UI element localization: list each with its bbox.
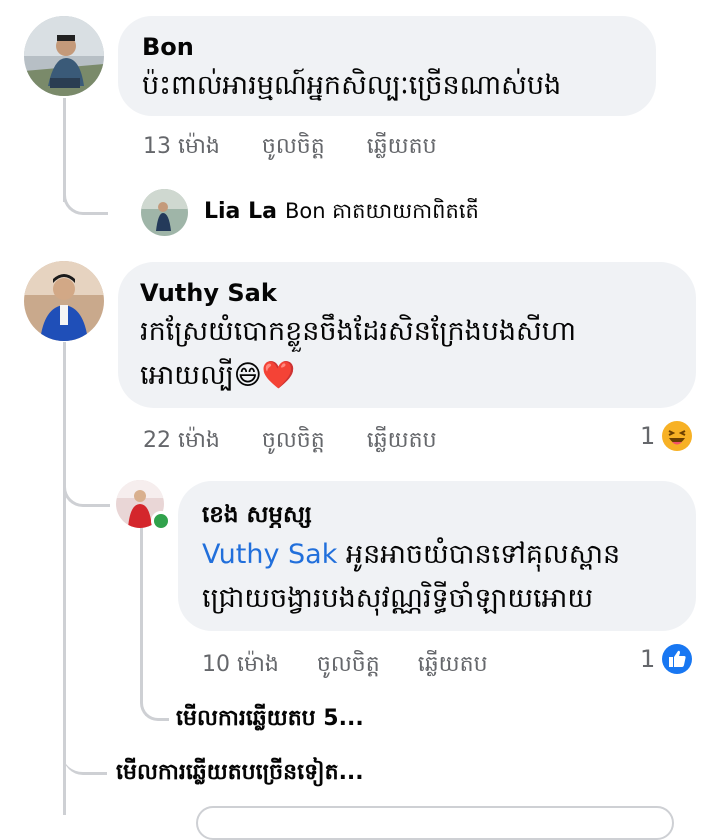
like-button[interactable]: ចូលចិត្ត: [262, 426, 325, 458]
avatar-bon[interactable]: [24, 16, 104, 96]
reply-button[interactable]: ឆ្លើយតប: [418, 650, 488, 682]
reply-button[interactable]: ឆ្លើយតប: [367, 132, 437, 164]
view-more-replies-link[interactable]: មើលការឆ្លើយតបច្រើនទៀត...: [116, 758, 364, 790]
emoji-grin-heart: 😄❤️: [233, 360, 296, 391]
thread-curve-2: [63, 470, 110, 507]
like-thumb-icon: [661, 643, 693, 675]
online-status-dot: [151, 511, 171, 531]
mention-link[interactable]: Vuthy Sak: [202, 539, 337, 570]
comment-text-line-1: Vuthy Sak អូនអាចយំបានទៅគុលស្ពាន: [202, 539, 621, 570]
comment-time[interactable]: 13 ម៉ោង: [143, 132, 220, 164]
thread-line-nested: [140, 528, 143, 698]
laughing-emoji-icon: [661, 420, 693, 452]
comment-text: ប៉ះពាល់អារម្មណ៍អ្នកសិល្បៈច្រើនណាស់បង: [142, 70, 562, 101]
comment-text-line-2: អោយល្បី😄❤️: [140, 360, 296, 391]
reaction-count: 1: [640, 422, 656, 450]
reply-button[interactable]: ឆ្លើយតប: [367, 426, 437, 458]
comment-author[interactable]: Vuthy Sak: [140, 279, 277, 307]
reaction-summary-kheng[interactable]: 1: [640, 643, 693, 675]
thread-curve-3: [63, 740, 107, 775]
comment-author[interactable]: Bon: [142, 33, 194, 61]
comment-input-partial[interactable]: [196, 806, 674, 840]
comment-bubble-bon[interactable]: Bon ប៉ះពាល់អារម្មណ៍អ្នកសិល្បៈច្រើនណាស់បង: [118, 16, 656, 116]
thread-curve-1: [63, 178, 108, 215]
comment-actions-kheng: 10 ម៉ោង ចូលចិត្ត ឆ្លើយតប: [202, 650, 488, 682]
reply-snippet: Bon គាតយាយកាពិតតើ: [284, 199, 479, 223]
comment-actions-bon: 13 ម៉ោង ចូលចិត្ត ឆ្លើយតប: [143, 132, 437, 164]
comment-author[interactable]: ខេង សម្ភស្ស: [202, 501, 312, 534]
comment-actions-vuthy-sak: 22 ម៉ោង ចូលចិត្ត ឆ្លើយតប: [143, 426, 437, 458]
reply-author[interactable]: Lia La: [204, 199, 277, 224]
like-button[interactable]: ចូលចិត្ត: [262, 132, 325, 164]
avatar-lia-la[interactable]: [141, 189, 188, 236]
like-button[interactable]: ចូលចិត្ត: [317, 650, 380, 682]
comment-text-line-1: រកស្រែយំបោកខ្លួនចឹងដែរសិនក្រែងបងសីហា: [140, 316, 576, 347]
comment-text-line-2: ជ្រោយចង្វារបងសុវណ្ណរិទ្ធីចាំឡាយអោយ: [202, 583, 594, 614]
avatar-vuthy-sak[interactable]: [24, 261, 104, 341]
thread-curve-nested: [140, 690, 169, 721]
reaction-count: 1: [640, 645, 656, 673]
comment-bubble-vuthy-sak[interactable]: Vuthy Sak រកស្រែយំបោកខ្លួនចឹងដែរសិនក្រែង…: [118, 262, 696, 408]
view-replies-link[interactable]: មើលការឆ្លើយតប 5...: [176, 704, 364, 736]
comment-time[interactable]: 10 ម៉ោង: [202, 650, 279, 682]
reaction-summary-vuthy-sak[interactable]: 1: [640, 420, 693, 452]
reply-preview[interactable]: Lia La Bon គាតយាយកាពិតតើ: [204, 198, 479, 229]
comment-time[interactable]: 22 ម៉ោង: [143, 426, 220, 458]
comment-bubble-kheng[interactable]: ខេង សម្ភស្ស Vuthy Sak អូនអាចយំបានទៅគុលស្…: [178, 481, 696, 631]
